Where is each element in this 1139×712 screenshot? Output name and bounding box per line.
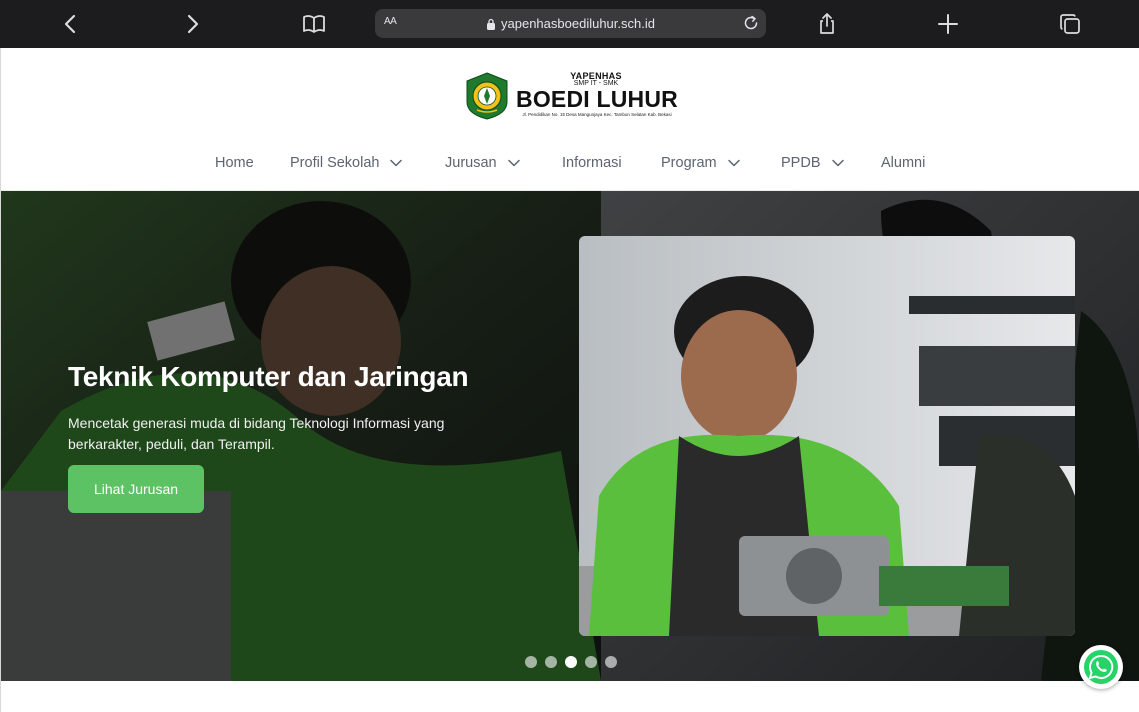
plus-icon[interactable] — [936, 12, 960, 36]
nav-item-alumni[interactable]: Alumni — [881, 152, 925, 174]
nav-item-ppdb[interactable]: PPDB — [781, 152, 845, 174]
hero-title: Teknik Komputer dan Jaringan — [68, 361, 469, 392]
slider-dot-4[interactable] — [585, 656, 597, 668]
view-major-button[interactable]: Lihat Jurusan — [68, 465, 204, 513]
url-text: yapenhasboediluhur.sch.id — [501, 16, 655, 31]
nav-item-home[interactable]: Home — [215, 152, 254, 174]
school-emblem-icon — [466, 72, 508, 120]
hero-slider: Teknik Komputer dan Jaringan Mencetak ge… — [1, 191, 1139, 681]
chevron-left-icon[interactable] — [59, 12, 83, 36]
nav-item-label: Informasi — [562, 155, 622, 171]
site-logo[interactable]: YAPENHAS SMP IT - SMK BOEDI LUHUR Jl. Pe… — [463, 70, 679, 122]
chevron-down-icon — [507, 159, 520, 167]
nav-item-jurusan[interactable]: Jurusan — [445, 152, 521, 174]
slider-dots — [525, 656, 617, 668]
share-icon[interactable] — [815, 12, 839, 36]
tabs-icon[interactable] — [1058, 12, 1082, 36]
nav-item-label: Program — [661, 155, 717, 171]
nav-item-label: Profil Sekolah — [290, 155, 380, 171]
book-icon[interactable] — [302, 12, 326, 36]
reload-icon[interactable] — [742, 14, 760, 32]
logo-address: Jl. Pendidikan No. 15 Desa Mangunjaya Ke… — [522, 112, 672, 117]
logo-school-name: BOEDI LUHUR — [516, 86, 678, 112]
whatsapp-icon — [1084, 650, 1118, 684]
nav-item-label: Alumni — [881, 155, 926, 171]
whatsapp-button[interactable] — [1079, 645, 1123, 689]
chevron-down-icon — [727, 159, 740, 167]
slider-dot-2[interactable] — [545, 656, 557, 668]
slider-dot-3[interactable] — [565, 656, 577, 668]
hero-photo — [579, 236, 1075, 636]
hero-description: Mencetak generasi muda di bidang Teknolo… — [68, 415, 445, 452]
slider-dot-1[interactable] — [525, 656, 537, 668]
nav-item-label: PPDB — [781, 155, 821, 171]
nav-item-label: Home — [215, 155, 254, 171]
chevron-right-icon[interactable] — [180, 12, 204, 36]
slider-dot-5[interactable] — [605, 656, 617, 668]
lock-icon — [487, 18, 496, 30]
chevron-down-icon — [390, 159, 403, 167]
address-bar[interactable]: AA yapenhasboediluhur.sch.id — [375, 9, 766, 38]
chevron-down-icon — [831, 159, 844, 167]
nav-item-program[interactable]: Program — [661, 152, 741, 174]
nav-item-profil-sekolah[interactable]: Profil Sekolah — [290, 152, 403, 174]
main-navigation: Home Profil Sekolah Jurusan Informasi Pr… — [1, 152, 1139, 174]
nav-item-label: Jurusan — [445, 155, 497, 171]
page: YAPENHAS SMP IT - SMK BOEDI LUHUR Jl. Pe… — [0, 48, 1139, 712]
nav-item-informasi[interactable]: Informasi — [562, 152, 622, 174]
browser-toolbar: AA yapenhasboediluhur.sch.id — [0, 0, 1139, 48]
